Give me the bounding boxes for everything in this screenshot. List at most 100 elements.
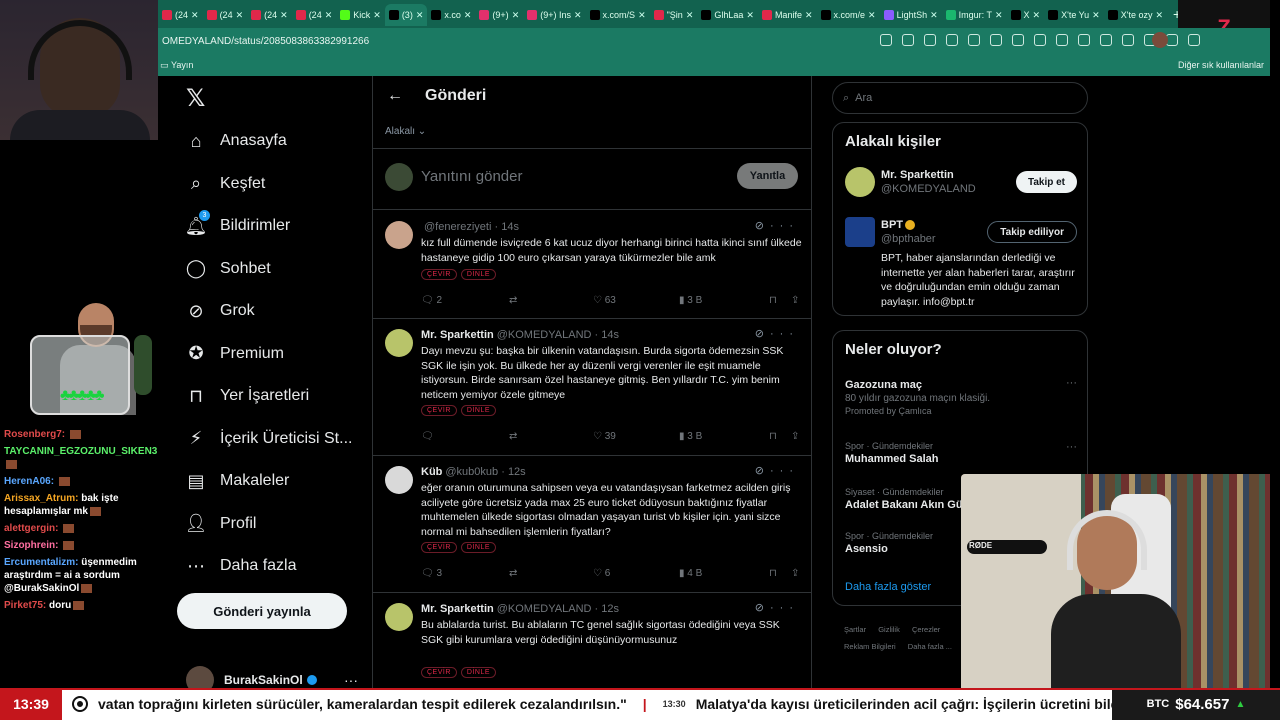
account-switcher[interactable]: BurakSakinOl ··· [186,666,358,688]
close-icon[interactable]: ✕ [574,10,582,21]
views-action[interactable]: ▮ 3 B [679,295,769,306]
browser-tab[interactable]: X'te ozy ✕ [1104,4,1167,26]
extension-icon[interactable] [1122,34,1134,46]
avatar[interactable] [385,221,413,249]
listen-button[interactable]: DİNLE [460,667,497,678]
tweet[interactable]: @fenereziyeti · 14s ⊘··· kız full dümende … [373,211,811,319]
reply-action[interactable]: 🗨︎ 3 [421,568,509,579]
browser-tab[interactable]: x.com/S ✕ [586,4,650,26]
reply-action[interactable]: 🗨︎ 2 [421,295,509,306]
browser-tab[interactable]: x.co ✕ [427,4,475,26]
repost-action[interactable]: ⇄ [509,295,593,306]
author-name[interactable]: Mr. Sparkettin [421,603,494,615]
views-action[interactable]: ▮ 3 B [679,431,769,442]
extension-icon[interactable] [1078,34,1090,46]
extension-icon[interactable] [902,34,914,46]
listen-button[interactable]: DİNLE [460,542,497,553]
extension-icon[interactable] [968,34,980,46]
reply-action[interactable]: 🗨︎ [421,431,509,442]
extension-icon[interactable] [880,34,892,46]
repost-action[interactable]: ⇄ [509,568,593,579]
author-handle[interactable]: @KOMEDYALAND [497,329,592,341]
browser-profile-avatar[interactable] [1152,32,1168,48]
following-button[interactable]: Takip ediliyor [987,221,1077,243]
close-icon[interactable]: ✕ [868,10,876,21]
sort-dropdown[interactable]: Alakalı ⌄ [385,126,426,137]
browser-tab[interactable]: (24 ✕ [292,4,337,26]
translate-button[interactable]: ÇEVİR [421,405,457,416]
nav-item-8[interactable]: ▤ Makaleler [186,466,289,496]
browser-tab[interactable]: Manife ✕ [758,4,817,26]
close-icon[interactable]: ✕ [638,10,646,21]
more-dots-icon[interactable]: ··· [770,465,799,477]
close-icon[interactable]: ✕ [236,10,244,21]
nav-item-10[interactable]: ⋯ Daha fazla [186,551,297,581]
nav-item-2[interactable]: 🔔︎ 3 Bildirimler [185,210,290,241]
reply-input[interactable]: Yanıtını gönder [421,168,522,185]
trend-item[interactable]: Gazozuna maç 80 yıldır gazozuna maçın kl… [845,377,1077,416]
close-icon[interactable]: ✕ [746,10,754,21]
nav-item-9[interactable]: 👤︎ Profil [185,509,257,539]
reply-button[interactable]: Yanıtla [737,163,798,189]
bookmark-yayin[interactable]: Yayın [171,60,193,70]
share-icon[interactable]: ⇪ [791,295,799,306]
nav-item-6[interactable]: ⊓ Yer İşaretleri [186,381,309,411]
translate-button[interactable]: ÇEVİR [421,269,457,280]
close-icon[interactable]: ✕ [464,10,472,21]
author-handle[interactable]: @fenereziyeti [424,221,491,233]
browser-tab[interactable]: X ✕ [1007,4,1045,26]
bookmark-icon[interactable]: ⊓ [769,568,791,579]
browser-tab[interactable]: x.com/e ✕ [817,4,880,26]
tweet[interactable]: Mr. Sparkettin @KOMEDYALAND · 14s ⊘··· Dayı… [373,319,811,456]
browser-tab[interactable]: (24 ✕ [158,4,203,26]
grok-icon[interactable]: ⊘ [755,220,770,232]
bookmark-icon[interactable]: ⊓ [769,431,791,442]
extension-icon[interactable] [990,34,1002,46]
nav-item-0[interactable]: ⌂ Anasayfa [186,126,287,156]
close-icon[interactable]: ✕ [191,10,199,21]
listen-button[interactable]: DİNLE [460,405,497,416]
author-name[interactable]: Mr. Sparkettin [421,329,494,341]
nav-item-3[interactable]: ◯ Sohbet [186,254,271,284]
translate-button[interactable]: ÇEVİR [421,542,457,553]
avatar[interactable] [385,466,413,494]
nav-item-5[interactable]: ✪ Premium [186,339,284,369]
browser-tab[interactable]: Kick ✕ [336,4,385,26]
extension-icon[interactable] [1034,34,1046,46]
more-dots-icon[interactable]: ··· [1066,377,1077,389]
browser-tab[interactable]: LightSh ✕ [880,4,942,26]
tweet[interactable]: Mr. Sparkettin @KOMEDYALAND · 12s ⊘··· Bu a… [373,593,811,688]
like-action[interactable]: ♡ 6 [593,568,679,579]
nav-item-1[interactable]: ⌕ Keşfet [186,169,265,199]
bookmark-other[interactable]: Diğer sık kullanılanlar [1178,60,1264,70]
post-button[interactable]: Gönderi yayınla [177,593,347,629]
more-dots-icon[interactable]: ··· [770,328,799,340]
address-bar[interactable]: OMEDYALAND/status/2085083863382991266 [158,28,1270,54]
nav-item-4[interactable]: ⊘ Grok [186,296,254,326]
repost-action[interactable]: ⇄ [509,431,593,442]
grok-icon[interactable]: ⊘ [755,465,770,477]
translate-button[interactable]: ÇEVİR [421,667,457,678]
extension-icon[interactable] [1012,34,1024,46]
close-icon[interactable]: ✕ [995,10,1003,21]
more-dots-icon[interactable]: ··· [1066,441,1077,453]
bookmark-icon[interactable]: ⊓ [769,295,791,306]
close-icon[interactable]: ✕ [930,10,938,21]
nav-item-7[interactable]: ⚡︎ İçerik Üreticisi St... [186,424,353,454]
like-action[interactable]: ♡ 39 [593,431,679,442]
browser-tab[interactable]: "Şin ✕ [650,4,698,26]
close-icon[interactable]: ✕ [1155,10,1163,21]
avatar[interactable] [385,603,413,631]
more-dots-icon[interactable]: ··· [770,220,799,232]
author-handle[interactable]: @KOMEDYALAND [497,603,592,615]
share-icon[interactable]: ⇪ [791,568,799,579]
listen-button[interactable]: DİNLE [460,269,497,280]
author-handle[interactable]: @kub0kub [445,466,498,478]
browser-tab[interactable]: (24 ✕ [247,4,292,26]
x-logo-icon[interactable]: 𝕏 [186,84,205,113]
browser-tab[interactable]: (9+) Ins ✕ [523,4,585,26]
grok-icon[interactable]: ⊘ [755,602,770,614]
browser-tab[interactable]: Imgur: T ✕ [942,4,1007,26]
browser-tab[interactable]: (9+) ✕ [475,4,523,26]
follow-button[interactable]: Takip et [1015,171,1077,193]
